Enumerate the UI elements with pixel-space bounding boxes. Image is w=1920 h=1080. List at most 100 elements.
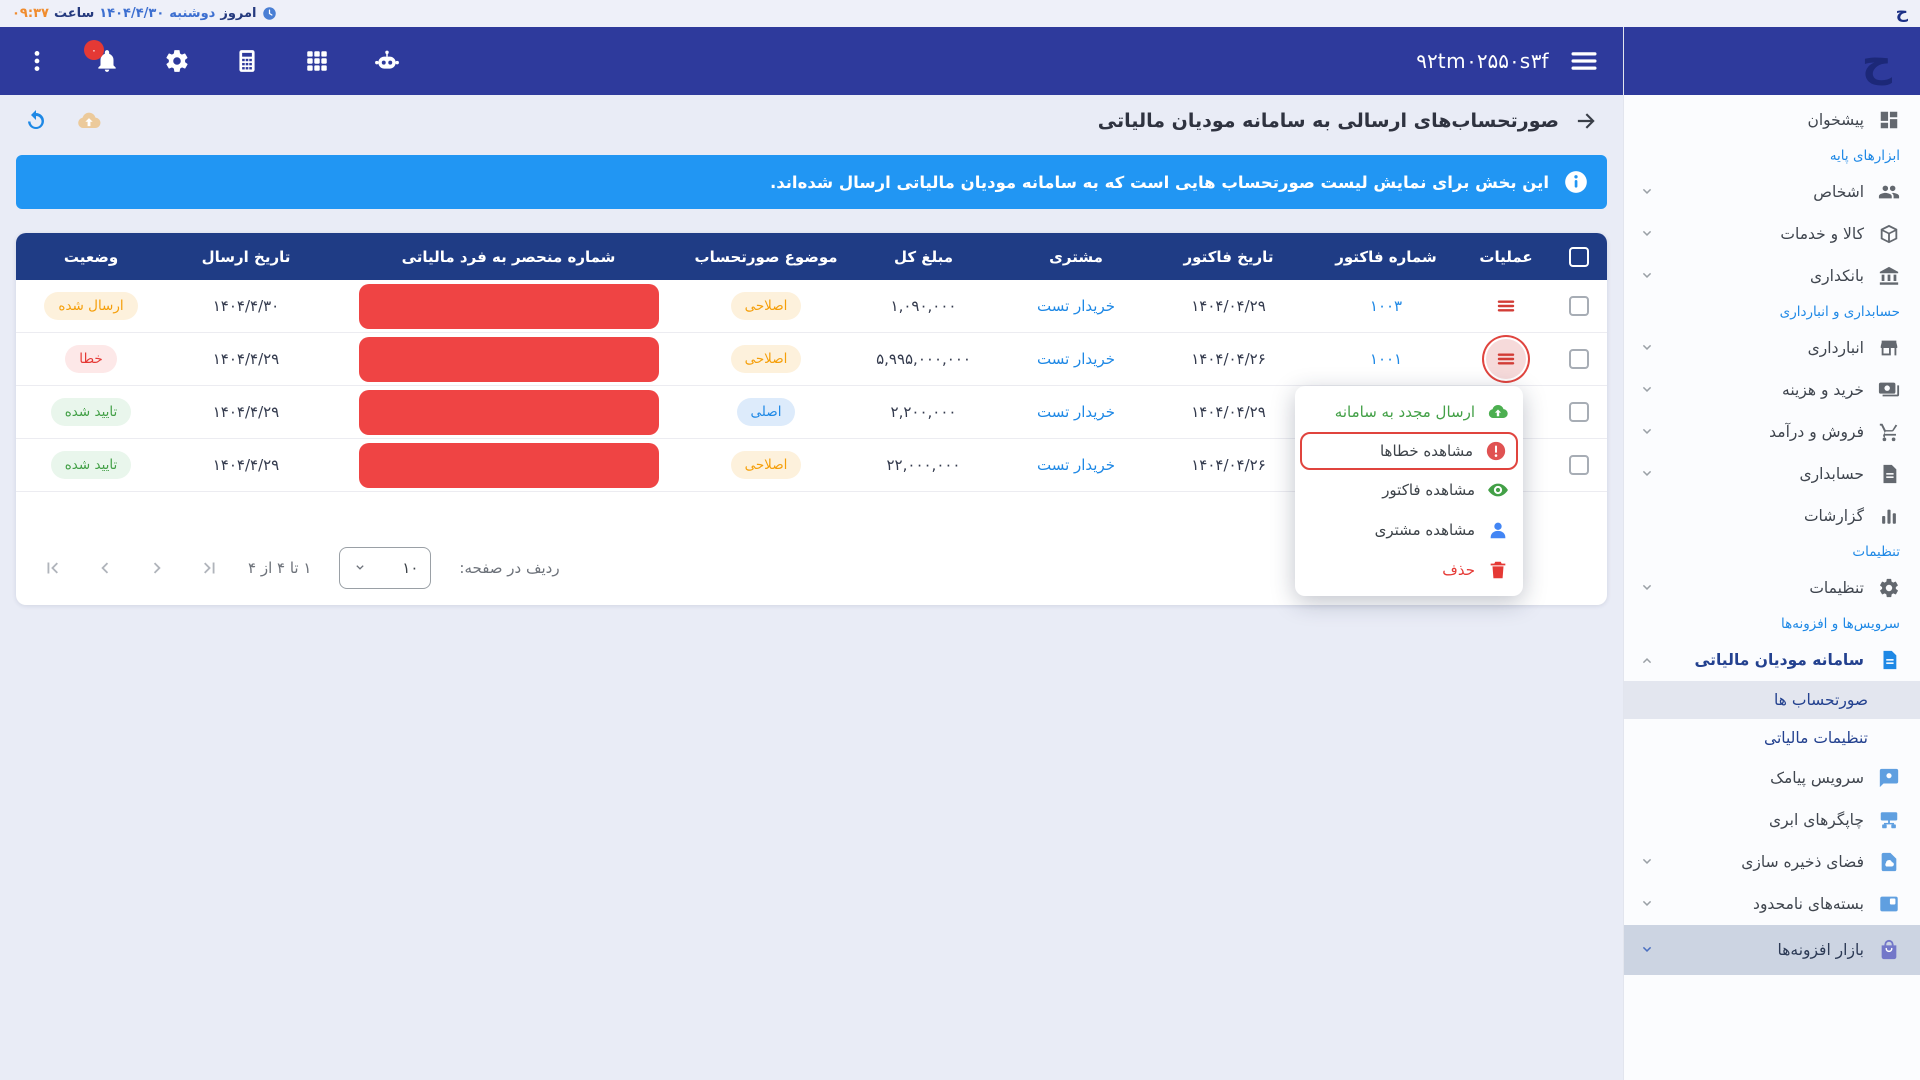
menu-item-delete[interactable]: حذف: [1295, 550, 1523, 590]
invoice-number-link[interactable]: ۱۰۰۳: [1370, 297, 1402, 315]
back-arrow-icon[interactable]: [1573, 108, 1599, 134]
sidebar-item-unlimited-packages[interactable]: بسته‌های نامحدود: [1624, 883, 1920, 925]
total-amount: ۱,۰۹۰,۰۰۰: [841, 297, 1006, 315]
row-operations-button-active[interactable]: [1486, 339, 1526, 379]
sidebar-item-purchase-expense[interactable]: خرید و هزینه: [1624, 369, 1920, 411]
customer-link[interactable]: خریدار تست: [1037, 350, 1115, 368]
rows-per-page-label: ردیف در صفحه:: [459, 559, 559, 577]
sidebar-item-storage[interactable]: فضای ذخیره سازی: [1624, 841, 1920, 883]
settings-gear-icon[interactable]: [164, 48, 190, 74]
sidebar: ح پیشخوان ابزارهای پایه اشخاص کالا و خدم…: [1623, 27, 1920, 1080]
customer-link[interactable]: خریدار تست: [1037, 456, 1115, 474]
customer-link[interactable]: خریدار تست: [1037, 403, 1115, 421]
sidebar-item-label: خرید و هزینه: [1782, 381, 1864, 399]
pagination-range: ۱ تا ۴ از ۴: [248, 559, 311, 577]
sidebar-item-label: فروش و درآمد: [1769, 423, 1864, 441]
notifications-bell-icon[interactable]: ۰: [94, 48, 120, 74]
row-operations-button[interactable]: [1486, 286, 1526, 326]
sidebar-item-sales-income[interactable]: فروش و درآمد: [1624, 411, 1920, 453]
sidebar-item-label: انبارداری: [1808, 339, 1864, 357]
sidebar-item-settings[interactable]: تنظیمات: [1624, 567, 1920, 609]
current-date: ۱۴۰۴/۴/۳۰: [99, 6, 164, 21]
cloud-upload-icon[interactable]: [76, 108, 102, 134]
sidebar-item-goods-services[interactable]: کالا و خدمات: [1624, 213, 1920, 255]
row-checkbox[interactable]: [1569, 296, 1589, 316]
send-date: ۱۴۰۴/۴/۳۰: [166, 297, 326, 315]
box-icon: [1878, 223, 1900, 245]
sidebar-item-addons-market[interactable]: بازار افزونه‌ها: [1624, 925, 1920, 975]
send-date: ۱۴۰۴/۴/۲۹: [166, 456, 326, 474]
sidebar-item-accounting[interactable]: حسابداری: [1624, 453, 1920, 495]
rows-per-page-select[interactable]: ۱۰: [339, 547, 431, 589]
subject-badge: اصلاحی: [731, 345, 802, 373]
column-header-invoice-no: شماره فاکتور: [1311, 248, 1461, 266]
invoice-date: ۱۴۰۴/۰۴/۲۶: [1146, 350, 1311, 368]
next-page-icon[interactable]: [146, 557, 168, 579]
invoice-number-link[interactable]: ۱۰۰۱: [1370, 350, 1402, 368]
sidebar-item-label: پیشخوان: [1807, 111, 1864, 129]
storage-icon: [1878, 851, 1900, 873]
first-page-icon[interactable]: [42, 557, 64, 579]
sidebar-item-tax-system[interactable]: سامانه مودیان مالیاتی: [1624, 639, 1920, 681]
sidebar-item-persons[interactable]: اشخاص: [1624, 171, 1920, 213]
sidebar-item-banking[interactable]: بانکداری: [1624, 255, 1920, 297]
select-all-checkbox[interactable]: [1569, 247, 1589, 267]
status-badge: خطا: [65, 345, 117, 373]
calculator-icon[interactable]: [234, 48, 260, 74]
table-row: ۱۰۰۱ ۱۴۰۴/۰۴/۲۶ خریدار تست ۵,۹۹۵,۰۰۰,۰۰۰…: [16, 333, 1607, 386]
subject-badge: اصلاحی: [731, 451, 802, 479]
redaction-box: [359, 284, 659, 329]
column-header-operations: عملیات: [1461, 248, 1551, 266]
sidebar-item-dashboard[interactable]: پیشخوان: [1624, 99, 1920, 141]
sidebar-item-label: کالا و خدمات: [1780, 225, 1864, 243]
column-header-invoice-date: تاریخ فاکتور: [1146, 248, 1311, 266]
redaction-box: [359, 443, 659, 488]
row-checkbox[interactable]: [1569, 402, 1589, 422]
sidebar-item-cloud-printers[interactable]: چاپگرهای ابری: [1624, 799, 1920, 841]
column-header-customer: مشتری: [1006, 248, 1146, 266]
sidebar-item-label: حسابداری: [1799, 465, 1864, 483]
sidebar-item-label: بانکداری: [1810, 267, 1864, 285]
info-banner: این بخش برای نمایش لیست صورتحساب هایی اس…: [16, 155, 1607, 209]
apps-grid-icon[interactable]: [304, 48, 330, 74]
main-area: ۹۲tm۰۲۵۵۰s۳f ۰ صورتحساب‌های ارسالی به سا…: [0, 27, 1623, 1080]
assistant-robot-icon[interactable]: [374, 48, 400, 74]
sidebar-item-warehousing[interactable]: انبارداری: [1624, 327, 1920, 369]
status-badge: ارسال شده: [44, 292, 137, 320]
last-page-icon[interactable]: [198, 557, 220, 579]
kebab-menu-icon[interactable]: [24, 48, 50, 74]
menu-item-view-customer[interactable]: مشاهده مشتری: [1295, 510, 1523, 550]
people-icon: [1878, 181, 1900, 203]
status-badge: تایید شده: [51, 451, 132, 479]
sidebar-item-label: تنظیمات: [1809, 579, 1864, 597]
row-checkbox[interactable]: [1569, 455, 1589, 475]
previous-page-icon[interactable]: [94, 557, 116, 579]
menu-item-resend[interactable]: ارسال مجدد به سامانه: [1295, 392, 1523, 432]
app-logo: ح: [1862, 40, 1892, 82]
system-topbar: ح امروز دوشنبه ۱۴۰۴/۴/۳۰ ساعت ۰۹:۳۷: [0, 0, 1920, 27]
today-label: امروز: [220, 6, 256, 21]
total-amount: ۵,۹۹۵,۰۰۰,۰۰۰: [841, 350, 1006, 368]
total-amount: ۲,۲۰۰,۰۰۰: [841, 403, 1006, 421]
navbar-icon-group: ۰: [24, 48, 400, 74]
sidebar-item-reports[interactable]: گزارشات: [1624, 495, 1920, 537]
sidebar-item-label: گزارشات: [1804, 507, 1864, 525]
customer-link[interactable]: خریدار تست: [1037, 297, 1115, 315]
sidebar-subitem-invoices[interactable]: صورتحساب ها: [1624, 681, 1920, 719]
menu-item-label: مشاهده خطاها: [1380, 442, 1473, 460]
status-badge: تایید شده: [51, 398, 132, 426]
trash-icon: [1487, 559, 1509, 581]
row-checkbox[interactable]: [1569, 349, 1589, 369]
chevron-up-icon: [1638, 651, 1656, 669]
chevron-down-icon: [1638, 225, 1656, 243]
info-banner-text: این بخش برای نمایش لیست صورتحساب هایی اس…: [770, 173, 1549, 192]
chevron-down-icon: [1638, 853, 1656, 871]
menu-item-view-invoice[interactable]: مشاهده فاکتور: [1295, 470, 1523, 510]
eye-icon: [1487, 479, 1509, 501]
sidebar-subitem-tax-settings[interactable]: تنظیمات مالیاتی: [1624, 719, 1920, 757]
refresh-icon[interactable]: [24, 109, 48, 133]
company-id[interactable]: ۹۲tm۰۲۵۵۰s۳f: [1416, 49, 1549, 73]
sidebar-item-sms-service[interactable]: سرویس پیامک: [1624, 757, 1920, 799]
menu-item-view-errors[interactable]: مشاهده خطاها: [1300, 432, 1518, 470]
menu-burger-icon[interactable]: [1569, 46, 1599, 76]
